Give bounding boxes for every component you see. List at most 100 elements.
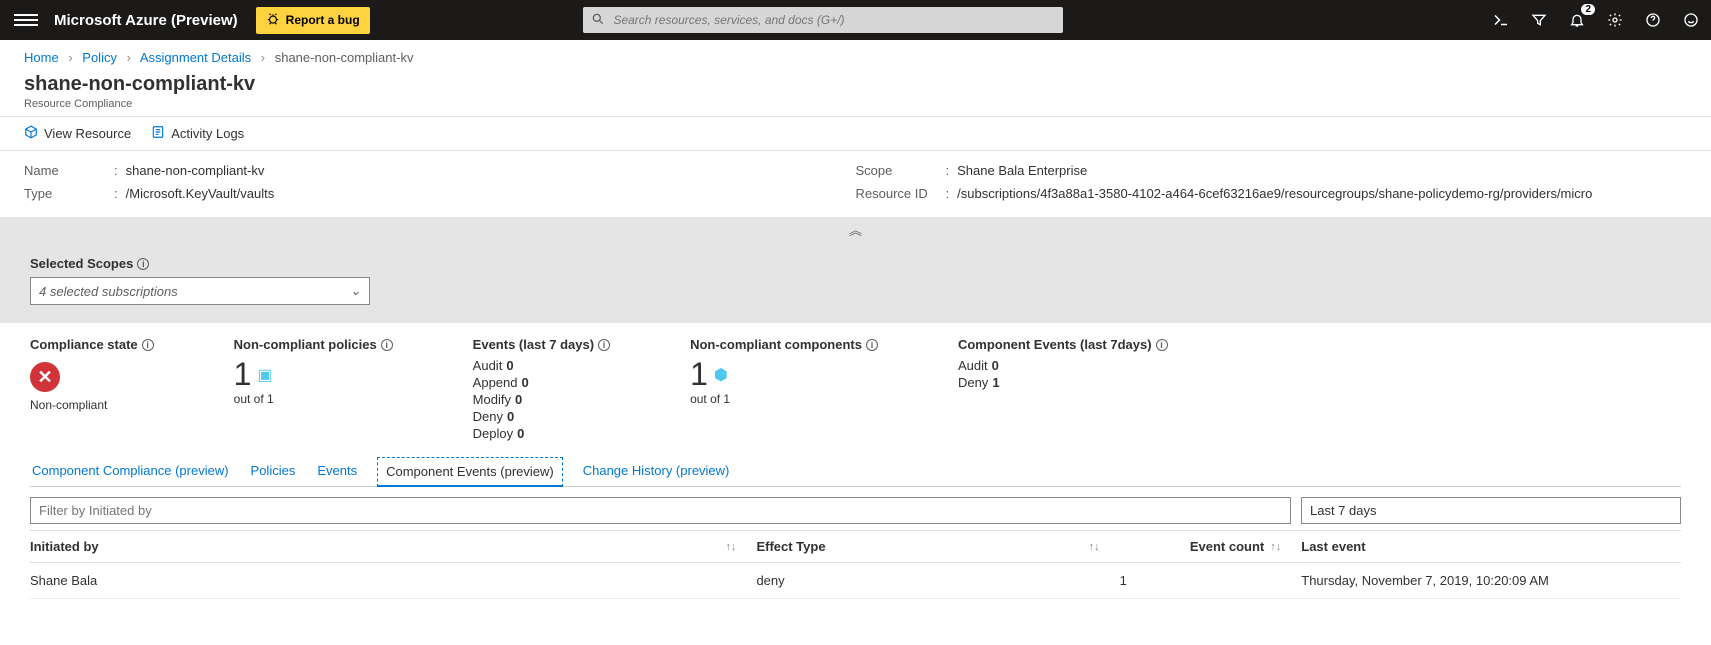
view-resource-button[interactable]: View Resource <box>24 125 131 142</box>
th-last-event[interactable]: Last event <box>1301 539 1681 554</box>
stats-row: Compliance state i ✕ Non-compliant Non-co… <box>0 323 1711 453</box>
sort-icon: ↑↓ <box>1089 541 1100 553</box>
page-title: shane-non-compliant-kv <box>24 73 1687 96</box>
bug-icon <box>266 12 280 29</box>
info-icon[interactable]: i <box>137 258 149 270</box>
table-row[interactable]: Shane Bala deny 1 Thursday, November 7, … <box>30 563 1681 599</box>
breadcrumb-assignment-details[interactable]: Assignment Details <box>140 50 251 65</box>
page-subtitle: Resource Compliance <box>24 98 1687 110</box>
comp-events7-label: Component Events (last 7days) <box>958 337 1152 352</box>
breadcrumb-current: shane-non-compliant-kv <box>275 50 414 65</box>
table-header: Initiated by↑↓ Effect Type↑↓ Event count… <box>30 530 1681 563</box>
th-effect-type[interactable]: Effect Type↑↓ <box>756 539 1119 554</box>
nc-policies-label: Non-compliant policies <box>234 337 377 352</box>
component-events-7days-card: Component Events (last 7days)i Audit0 De… <box>958 337 1168 443</box>
chevron-down-icon: ⌄ <box>350 283 361 299</box>
help-icon[interactable] <box>1643 10 1663 30</box>
breadcrumb-home[interactable]: Home <box>24 50 59 65</box>
activity-logs-label: Activity Logs <box>171 126 244 141</box>
noncompliant-components-card: Non-compliant components i 1 ⬢ out of 1 <box>690 337 878 443</box>
report-bug-button[interactable]: Report a bug <box>256 7 370 34</box>
sort-icon: ↑↓ <box>725 541 736 553</box>
cube-icon <box>24 125 38 142</box>
properties-pane: Name : shane-non-compliant-kv Type : /Mi… <box>0 151 1711 217</box>
info-icon[interactable]: i <box>1156 339 1168 351</box>
chevron-up-icon: ︽ <box>849 223 862 238</box>
compliance-state-value: Non-compliant <box>30 398 154 412</box>
topbar-right-icons: 2 <box>1491 10 1701 30</box>
nc-policies-sub: out of 1 <box>234 392 393 406</box>
prop-type-value: /Microsoft.KeyVault/vaults <box>126 186 275 201</box>
chevron-right-icon: › <box>68 50 72 65</box>
report-bug-label: Report a bug <box>286 13 360 27</box>
tab-component-events[interactable]: Component Events (preview) <box>377 457 563 487</box>
feedback-icon[interactable] <box>1681 10 1701 30</box>
events-7days-card: Events (last 7 days)i Audit0 Append0 Mod… <box>473 337 610 443</box>
info-icon[interactable]: i <box>142 339 154 351</box>
th-initiated-by[interactable]: Initiated by↑↓ <box>30 539 756 554</box>
nc-components-value: 1 <box>690 358 708 390</box>
tab-policies[interactable]: Policies <box>249 457 298 486</box>
notifications-icon[interactable]: 2 <box>1567 10 1587 30</box>
prop-scope-value: Shane Bala Enterprise <box>957 163 1087 178</box>
tabs: Component Compliance (preview) Policies … <box>0 457 1711 486</box>
time-range-dropdown[interactable]: Last 7 days <box>1301 497 1681 524</box>
info-icon[interactable]: i <box>866 339 878 351</box>
policy-icon: ▣ <box>257 368 272 384</box>
log-icon <box>151 125 165 142</box>
brand-label: Microsoft Azure (Preview) <box>54 12 238 29</box>
filter-initiated-by-input[interactable] <box>30 497 1291 524</box>
compliance-state-label: Compliance state <box>30 337 138 352</box>
chevron-right-icon: › <box>261 50 265 65</box>
filter-row: Last 7 days <box>0 487 1711 530</box>
collapse-toggle[interactable]: ︽ <box>0 217 1711 242</box>
scopes-value: 4 selected subscriptions <box>39 284 178 299</box>
breadcrumb-policy[interactable]: Policy <box>82 50 117 65</box>
scopes-dropdown[interactable]: 4 selected subscriptions ⌄ <box>30 277 370 305</box>
prop-resourceid-value: /subscriptions/4f3a88a1-3580-4102-a464-6… <box>957 186 1592 201</box>
time-range-value: Last 7 days <box>1310 503 1377 518</box>
view-resource-label: View Resource <box>44 126 131 141</box>
cell-last-event: Thursday, November 7, 2019, 10:20:09 AM <box>1301 573 1681 588</box>
component-icon: ⬢ <box>714 368 728 384</box>
prop-type-key: Type <box>24 186 114 201</box>
events7-label: Events (last 7 days) <box>473 337 594 352</box>
breadcrumb: Home › Policy › Assignment Details › sha… <box>0 40 1711 69</box>
cloud-shell-icon[interactable] <box>1491 10 1511 30</box>
command-bar: View Resource Activity Logs <box>0 117 1711 151</box>
title-block: shane-non-compliant-kv Resource Complian… <box>0 69 1711 117</box>
sort-icon: ↑↓ <box>1270 541 1281 553</box>
tab-component-compliance[interactable]: Component Compliance (preview) <box>30 457 231 486</box>
info-icon[interactable]: i <box>381 339 393 351</box>
prop-scope-key: Scope <box>856 163 946 178</box>
info-icon[interactable]: i <box>598 339 610 351</box>
cell-effect-type: deny <box>756 573 1119 588</box>
prop-resourceid-key: Resource ID <box>856 186 946 201</box>
selected-scopes-label: Selected Scopes <box>30 256 133 271</box>
activity-logs-button[interactable]: Activity Logs <box>151 125 244 142</box>
search-wrap <box>583 7 1063 33</box>
top-bar: Microsoft Azure (Preview) Report a bug 2 <box>0 0 1711 40</box>
menu-icon[interactable] <box>14 14 38 26</box>
filter-icon[interactable] <box>1529 10 1549 30</box>
prop-name-key: Name <box>24 163 114 178</box>
prop-name-value: shane-non-compliant-kv <box>126 163 265 178</box>
th-event-count[interactable]: Event count↑↓ <box>1120 539 1302 554</box>
search-icon <box>591 12 605 29</box>
selected-scopes-section: Selected Scopes i 4 selected subscriptio… <box>0 242 1711 323</box>
cell-initiated-by: Shane Bala <box>30 573 756 588</box>
nc-policies-value: 1 <box>234 358 252 390</box>
notification-badge: 2 <box>1581 4 1595 15</box>
settings-icon[interactable] <box>1605 10 1625 30</box>
tab-events[interactable]: Events <box>315 457 359 486</box>
compliance-state-card: Compliance state i ✕ Non-compliant <box>30 337 154 443</box>
noncompliant-policies-card: Non-compliant policies i 1 ▣ out of 1 <box>234 337 393 443</box>
nc-components-sub: out of 1 <box>690 392 878 406</box>
noncompliant-icon: ✕ <box>30 362 60 392</box>
nc-components-label: Non-compliant components <box>690 337 862 352</box>
chevron-right-icon: › <box>127 50 131 65</box>
cell-event-count: 1 <box>1120 573 1302 588</box>
search-input[interactable] <box>583 7 1063 33</box>
tab-change-history[interactable]: Change History (preview) <box>581 457 732 486</box>
events-table: Initiated by↑↓ Effect Type↑↓ Event count… <box>0 530 1711 599</box>
